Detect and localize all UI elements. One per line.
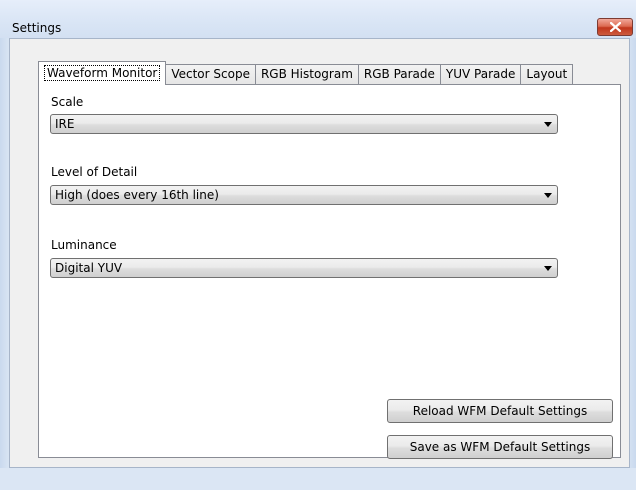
chevron-down-icon xyxy=(544,266,552,271)
luminance-label: Luminance xyxy=(51,238,117,252)
close-button[interactable] xyxy=(597,18,633,36)
level-of-detail-dropdown[interactable]: High (does every 16th line) xyxy=(50,185,558,205)
title-bar[interactable]: Settings xyxy=(0,0,636,38)
chevron-down-icon xyxy=(544,193,552,198)
level-of-detail-value: High (does every 16th line) xyxy=(55,188,219,202)
settings-window: Settings Waveform Monitor Vector Scope R… xyxy=(0,0,636,490)
tab-label: RGB Parade xyxy=(363,67,435,81)
luminance-value: Digital YUV xyxy=(55,261,123,275)
tab-rgb-histogram[interactable]: RGB Histogram xyxy=(255,64,359,85)
dialog-client-area: Waveform Monitor Vector Scope RGB Histog… xyxy=(9,38,630,468)
tab-strip: Waveform Monitor Vector Scope RGB Histog… xyxy=(38,61,574,85)
tab-vector-scope[interactable]: Vector Scope xyxy=(166,64,256,85)
waveform-monitor-panel: Scale IRE Level of Detail High (does eve… xyxy=(38,84,621,459)
tab-label: Layout xyxy=(526,67,568,81)
scale-value: IRE xyxy=(55,117,75,131)
window-title: Settings xyxy=(12,21,62,35)
tab-label: Vector Scope xyxy=(171,67,250,81)
chevron-down-icon xyxy=(544,122,552,127)
scale-label: Scale xyxy=(51,95,84,109)
save-defaults-button[interactable]: Save as WFM Default Settings xyxy=(387,435,613,459)
tab-yuv-parade[interactable]: YUV Parade xyxy=(440,64,522,85)
luminance-dropdown[interactable]: Digital YUV xyxy=(50,258,558,278)
tab-label: RGB Histogram xyxy=(260,67,353,81)
window-bottom-frame xyxy=(0,468,636,490)
tab-label: YUV Parade xyxy=(445,67,516,81)
close-icon xyxy=(610,22,621,32)
reload-defaults-button[interactable]: Reload WFM Default Settings xyxy=(387,399,613,423)
level-of-detail-label: Level of Detail xyxy=(51,165,138,179)
scale-dropdown[interactable]: IRE xyxy=(50,114,558,134)
tab-label: Waveform Monitor xyxy=(44,65,161,81)
tab-rgb-parade[interactable]: RGB Parade xyxy=(358,64,441,85)
tab-waveform-monitor[interactable]: Waveform Monitor xyxy=(38,61,167,85)
tab-layout[interactable]: Layout xyxy=(521,64,574,85)
